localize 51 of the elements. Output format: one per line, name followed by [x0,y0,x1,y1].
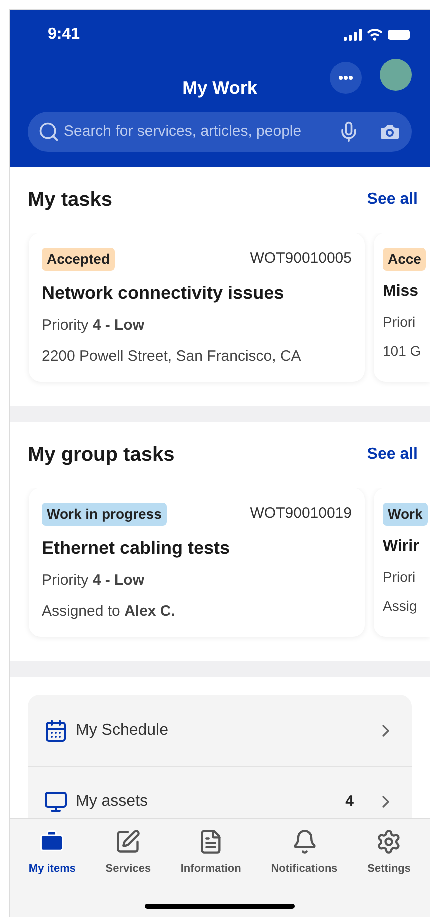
task-detail: Assig [383,597,418,616]
task-title: Network connectivity issues [42,282,284,305]
section-heading: My tasks [28,188,112,213]
more-button[interactable] [330,62,362,94]
list-row[interactable]: My Schedule [28,695,412,766]
monitor-icon [44,790,68,814]
task-detail: Priori [383,568,416,587]
task-card[interactable]: Accepted WOT90010005 Network connectivity issues Priority 4 - Low 2200 Powell Street, San Francisco, CA [29,233,365,382]
tab-item[interactable]: Notifications [271,829,338,878]
status-time: 9:41 [48,25,80,45]
search-input[interactable]: Search for services, articles, people [64,120,334,144]
task-card[interactable]: Acce Miss Priori 101 G [374,233,430,382]
edit-icon [115,829,142,855]
signal-icon [344,29,362,41]
task-title: Ethernet cabling tests [42,537,230,560]
tab-item[interactable]: Information [180,829,242,878]
bell-icon [292,829,318,855]
search-icon [38,121,60,143]
row-label: My assets [76,792,150,812]
status-badge: Accepted [42,248,116,271]
tab-item[interactable]: Settings [368,829,412,878]
task-detail: 2200 Powell Street, San Francisco, CA [42,346,302,366]
task-detail: Assigned to Alex C. [42,602,176,622]
task-title: Wirir [383,537,420,557]
status-badge: Acce [383,248,426,271]
tab-item[interactable]: My items [28,829,76,878]
row-label: My Schedule [76,720,170,740]
work-order-number: WOT90010005 [250,249,352,270]
see-all-link[interactable]: See all [367,188,418,212]
tab-item[interactable]: Services [106,829,152,878]
status-badge: Work in progress [42,503,167,526]
calendar-icon [44,718,68,742]
screen-title: My Work [182,76,258,100]
battery-icon [388,30,410,40]
more-icon [339,76,353,80]
task-card[interactable]: Work Wirir Priori Assig [374,488,430,637]
section-heading: My group tasks [28,443,175,468]
work-order-number: WOT90010019 [250,504,352,524]
row-count: 4 [346,792,354,812]
task-detail: Priority 4 - Low [42,316,145,336]
task-card[interactable]: Work in progress WOT90010019 Ethernet cabling tests Priority 4 - Low Assigned to Alex C. [29,488,365,637]
task-title: Miss [383,282,419,302]
see-all-link[interactable]: See all [367,443,418,467]
avatar[interactable] [380,59,412,91]
status-badge: Work [383,503,428,526]
task-detail: 101 G [383,342,422,361]
wifi-icon [367,29,383,41]
settings-icon [376,829,402,855]
search-field[interactable]: Search for services, articles, people [28,112,412,152]
task-detail: Priority 4 - Low [42,571,145,591]
task-detail: Priori [383,313,416,332]
